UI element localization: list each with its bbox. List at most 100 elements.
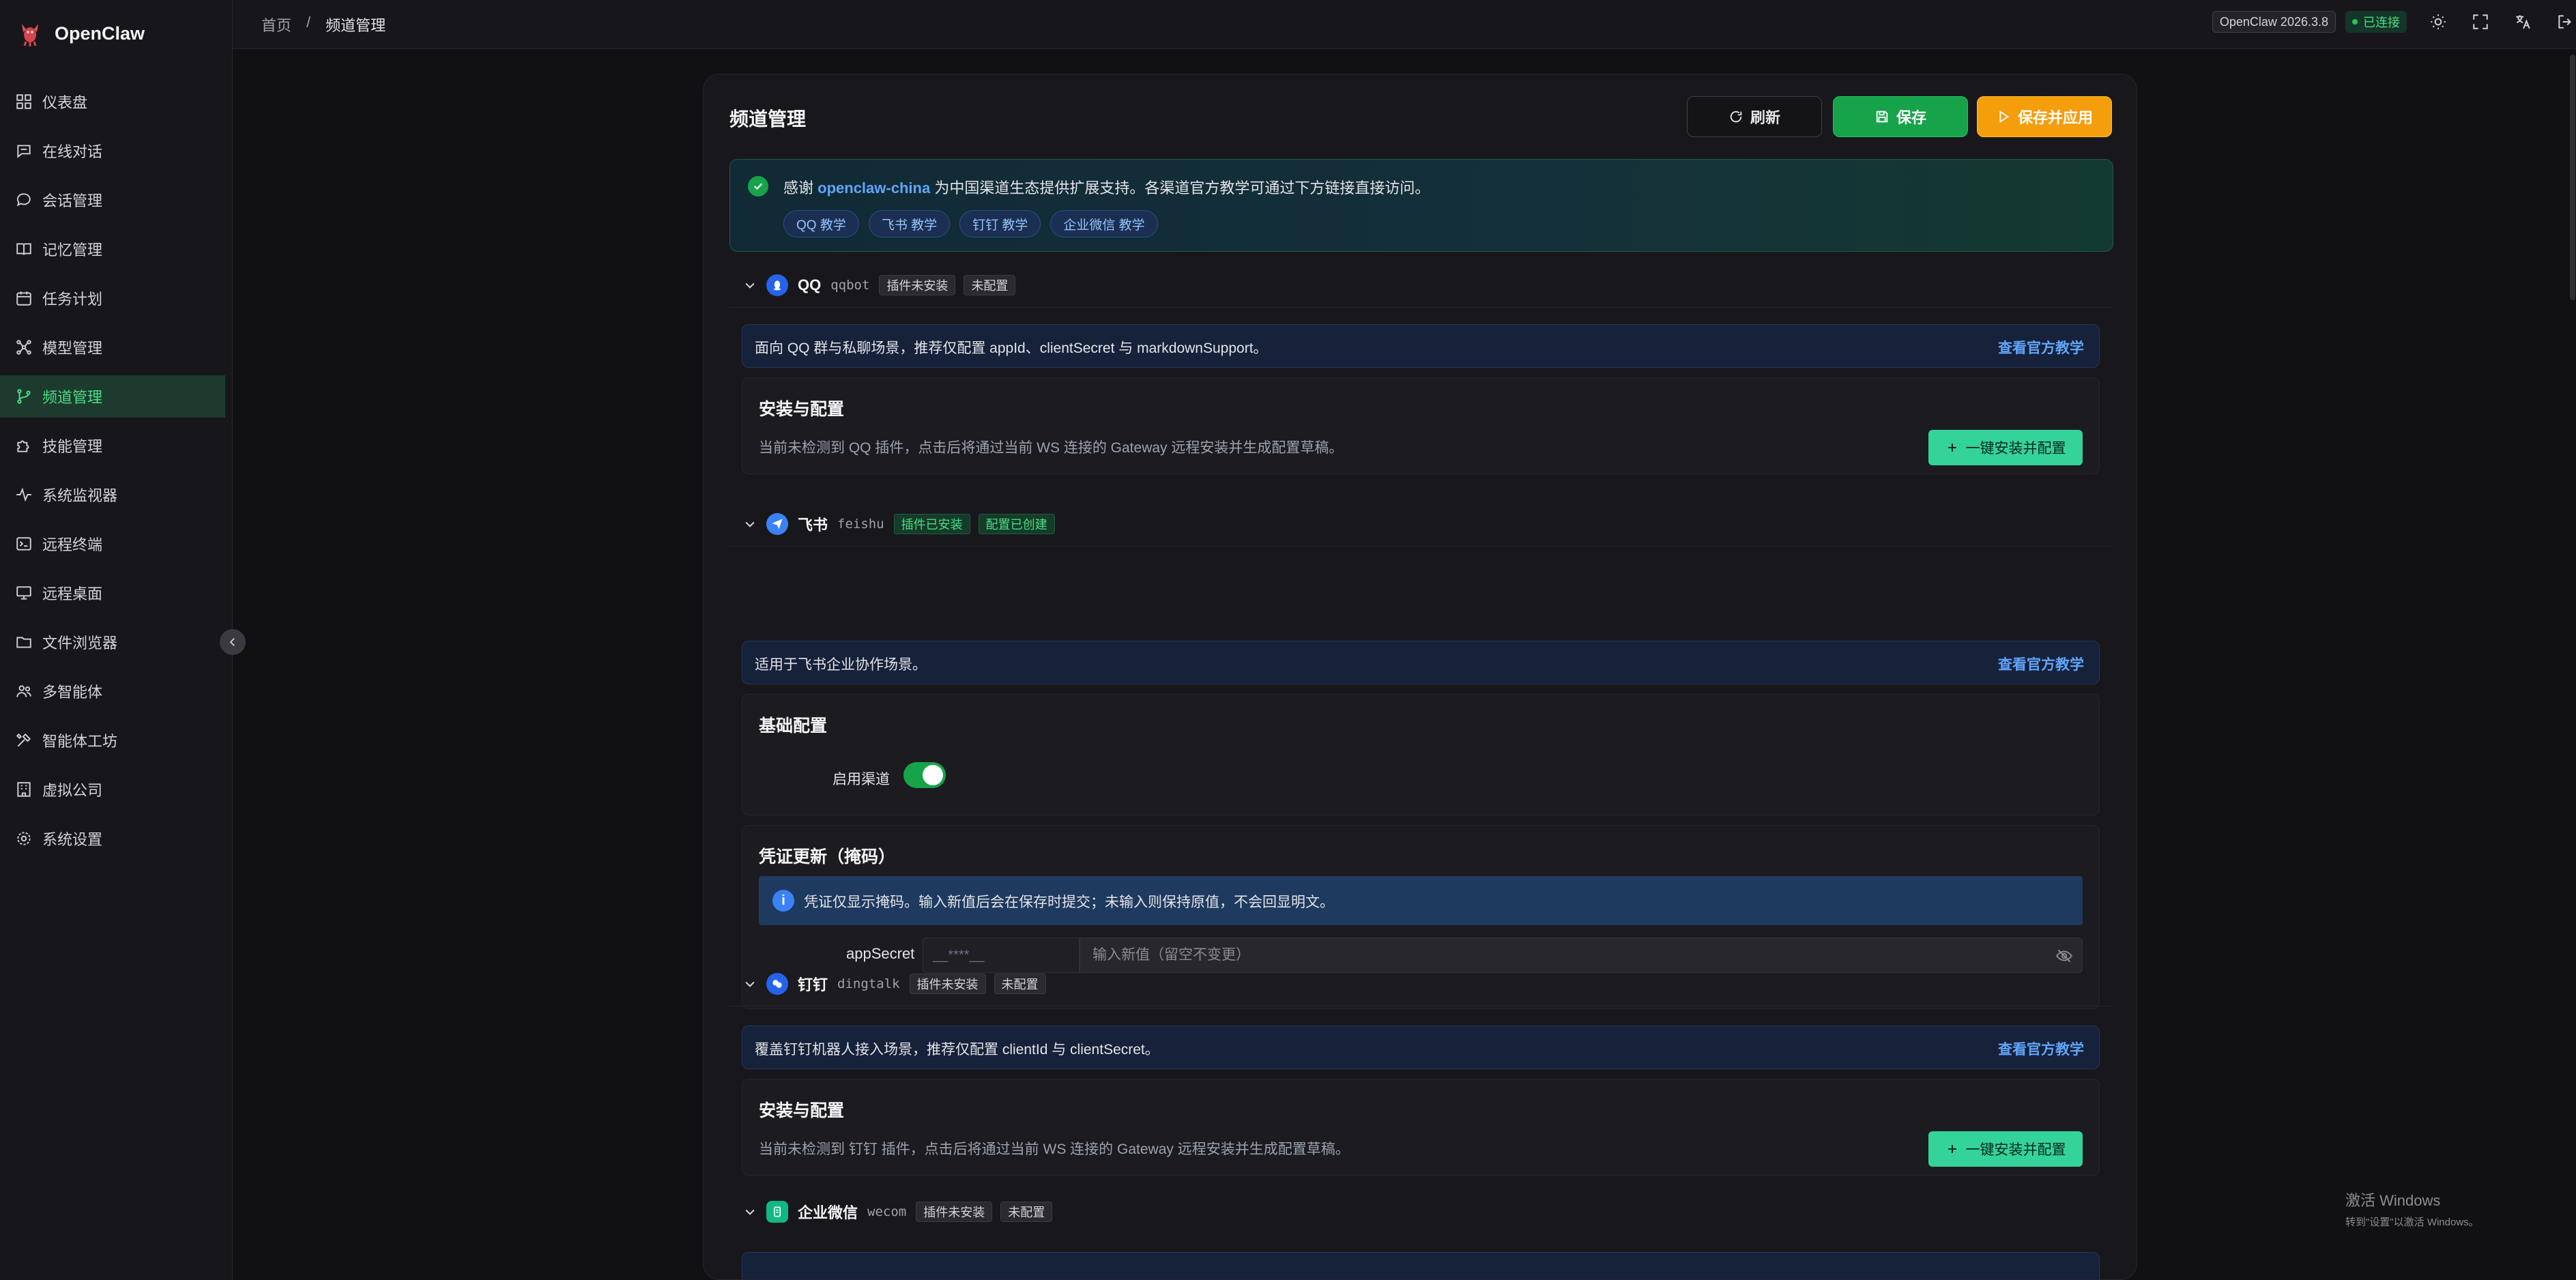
config-status-badge: 未配置 <box>964 274 1016 295</box>
chevron-left-icon <box>229 638 235 646</box>
calendar-icon <box>16 291 31 306</box>
save-and-apply-button[interactable]: 保存并应用 <box>1977 96 2112 137</box>
breadcrumb-home[interactable]: 首页 <box>261 14 291 35</box>
channel-code: wecom <box>867 1204 907 1219</box>
tutorial-chip-qq[interactable]: QQ 教学 <box>783 210 859 237</box>
sidebar-item-memory[interactable]: 记忆管理 <box>0 228 225 270</box>
fullscreen-button[interactable] <box>2470 11 2491 33</box>
notice-suffix: 为中国渠道生态提供扩展支持。各渠道官方教学可通过下方链接直接访问。 <box>934 179 1430 197</box>
plugin-status-badge: 插件未安装 <box>879 274 956 295</box>
channel-code: dingtalk <box>837 976 900 991</box>
plus-icon <box>1948 443 1956 452</box>
sidebar-item-models[interactable]: 模型管理 <box>0 326 225 368</box>
channel-header-qq[interactable]: QQ qqbot 插件未安装 未配置 <box>729 263 2113 308</box>
enable-channel-toggle[interactable] <box>903 762 946 788</box>
language-button[interactable] <box>2512 11 2534 33</box>
refresh-button[interactable]: 刷新 <box>1687 96 1822 137</box>
top-right-tools: OpenClaw 2026.3.8 已连接 <box>2212 10 2576 34</box>
config-status-badge: 未配置 <box>1000 1202 1053 1222</box>
channel-header-dingtalk[interactable]: 钉钉 dingtalk 插件未安装 未配置 <box>729 961 2113 1006</box>
qq-icon <box>766 274 788 296</box>
chevron-down-icon <box>745 1209 755 1215</box>
sidebar-item-dashboard[interactable]: 仪表盘 <box>0 81 225 123</box>
install-card: 安装与配置 当前未检测到 QQ 插件，点击后将通过当前 WS 连接的 Gatew… <box>742 377 2100 474</box>
sidebar-item-label: 系统设置 <box>42 831 103 848</box>
save-button[interactable]: 保存 <box>1833 96 1968 137</box>
official-tutorial-link[interactable]: 查看官方教学 <box>1998 654 2084 674</box>
official-tutorial-link[interactable]: 查看官方教学 <box>1998 337 2084 358</box>
sidebar-item-terminal[interactable]: 远程终端 <box>0 523 225 565</box>
pulse-icon <box>16 487 31 502</box>
config-status-badge: 未配置 <box>994 973 1046 994</box>
logout-icon <box>2558 15 2571 29</box>
credential-info-alert: i 凭证仅显示掩码。输入新值后会在保存时提交；未输入则保持原值，不会回显明文。 <box>759 876 2083 925</box>
watermark-subtitle: 转到"设置"以激活 Windows。 <box>2345 1217 2479 1228</box>
sidebar-item-channels[interactable]: 频道管理 <box>0 375 225 418</box>
sidebar-item-chat[interactable]: 在线对话 <box>0 130 225 172</box>
install-and-configure-button[interactable]: 一键安装并配置 <box>1928 430 2083 465</box>
notice-highlight[interactable]: openclaw-china <box>817 179 930 197</box>
app-name: OpenClaw <box>55 23 145 44</box>
folder-icon <box>16 637 31 648</box>
book-icon <box>16 243 31 255</box>
install-and-configure-button[interactable]: 一键安装并配置 <box>1928 1131 2083 1167</box>
enable-channel-label: 启用渠道 <box>833 772 890 787</box>
sidebar-item-company[interactable]: 虚拟公司 <box>0 768 225 811</box>
page-scrollbar[interactable] <box>2570 55 2575 300</box>
theme-toggle-button[interactable] <box>2427 11 2449 33</box>
status-dot <box>2352 19 2358 25</box>
sidebar-item-monitor[interactable]: 系统监视器 <box>0 474 225 516</box>
sidebar-item-sessions[interactable]: 会话管理 <box>0 179 225 221</box>
channel-section-feishu: 飞书 feishu 插件已安装 配置已创建 适用于飞书企业协作场景。 查看官方教… <box>729 501 2113 1009</box>
top-bar: 首页 / 频道管理 OpenClaw 2026.3.8 已连接 <box>233 0 2576 49</box>
tutorial-chip-dingtalk[interactable]: 钉钉 教学 <box>959 210 1041 237</box>
channel-header-feishu[interactable]: 飞书 feishu 插件已安装 配置已创建 <box>729 501 2113 547</box>
channel-description: 适用于飞书企业协作场景。 查看官方教学 <box>742 641 2100 684</box>
sidebar-item-label: 智能体工坊 <box>42 733 118 750</box>
sidebar-item-workshop[interactable]: 智能体工坊 <box>0 719 225 761</box>
sidebar-item-settings[interactable]: 系统设置 <box>0 817 225 860</box>
channel-code: feishu <box>837 516 884 532</box>
info-icon: i <box>772 890 794 912</box>
sidebar-item-desktop[interactable]: 远程桌面 <box>0 572 225 614</box>
thanks-notice: 感谢 openclaw-china 为中国渠道生态提供扩展支持。各渠道官方教学可… <box>729 159 2113 252</box>
official-tutorial-link[interactable]: 查看官方教学 <box>1998 1038 2084 1059</box>
chevron-down-icon <box>745 981 755 987</box>
sidebar-item-multi-agent[interactable]: 多智能体 <box>0 670 225 712</box>
app-root: OpenClaw 仪表盘 在线对话 会话管理 记忆管理 任务计划 模型管理 频道… <box>0 0 2576 1280</box>
channel-name: 钉钉 <box>798 976 828 993</box>
lobster-logo-icon <box>22 24 38 46</box>
sidebar-item-label: 在线对话 <box>42 143 103 160</box>
tutorial-chip-wecom[interactable]: 企业微信 教学 <box>1050 210 1158 237</box>
puzzle-icon <box>17 440 29 452</box>
sidebar-item-label: 远程桌面 <box>42 585 103 602</box>
check-circle-icon <box>748 176 768 197</box>
sidebar-item-label: 仪表盘 <box>42 94 88 111</box>
tutorial-chip-feishu[interactable]: 飞书 教学 <box>868 210 951 237</box>
card-hint: 当前未检测到 QQ 插件，点击后将通过当前 WS 连接的 Gateway 远程安… <box>759 440 1344 456</box>
sidebar-item-label: 系统监视器 <box>42 487 118 504</box>
sidebar: OpenClaw 仪表盘 在线对话 会话管理 记忆管理 任务计划 模型管理 频道… <box>0 0 246 1280</box>
sidebar-collapse-button[interactable] <box>220 629 246 655</box>
sidebar-item-label: 频道管理 <box>42 389 103 406</box>
card-title: 凭证更新（掩码） <box>759 847 896 867</box>
building-icon <box>17 782 31 797</box>
plugin-status-badge: 插件未安装 <box>909 973 986 994</box>
toggle-knob <box>923 765 943 785</box>
gear-icon <box>17 832 31 845</box>
channel-header-wecom[interactable]: 企业微信 wecom 插件未安装 未配置 <box>729 1189 2113 1234</box>
logout-button[interactable] <box>2554 11 2576 33</box>
breadcrumb-separator: / <box>306 14 311 31</box>
save-and-apply-label: 保存并应用 <box>2017 109 2093 126</box>
install-label: 一键安装并配置 <box>1965 441 2066 456</box>
logo[interactable]: OpenClaw <box>16 18 145 49</box>
sidebar-item-files[interactable]: 文件浏览器 <box>0 621 225 663</box>
sidebar-item-tasks[interactable]: 任务计划 <box>0 277 225 319</box>
tutorial-links: QQ 教学 飞书 教学 钉钉 教学 企业微信 教学 <box>783 210 1158 237</box>
translate-icon <box>2516 15 2530 29</box>
channel-description: 覆盖钉钉机器人接入场景，推荐仅配置 clientId 与 clientSecre… <box>742 1026 2100 1069</box>
users-icon <box>16 685 31 697</box>
sun-icon <box>2431 14 2446 29</box>
dashboard-icon <box>16 94 31 109</box>
sidebar-item-skills[interactable]: 技能管理 <box>0 424 225 467</box>
